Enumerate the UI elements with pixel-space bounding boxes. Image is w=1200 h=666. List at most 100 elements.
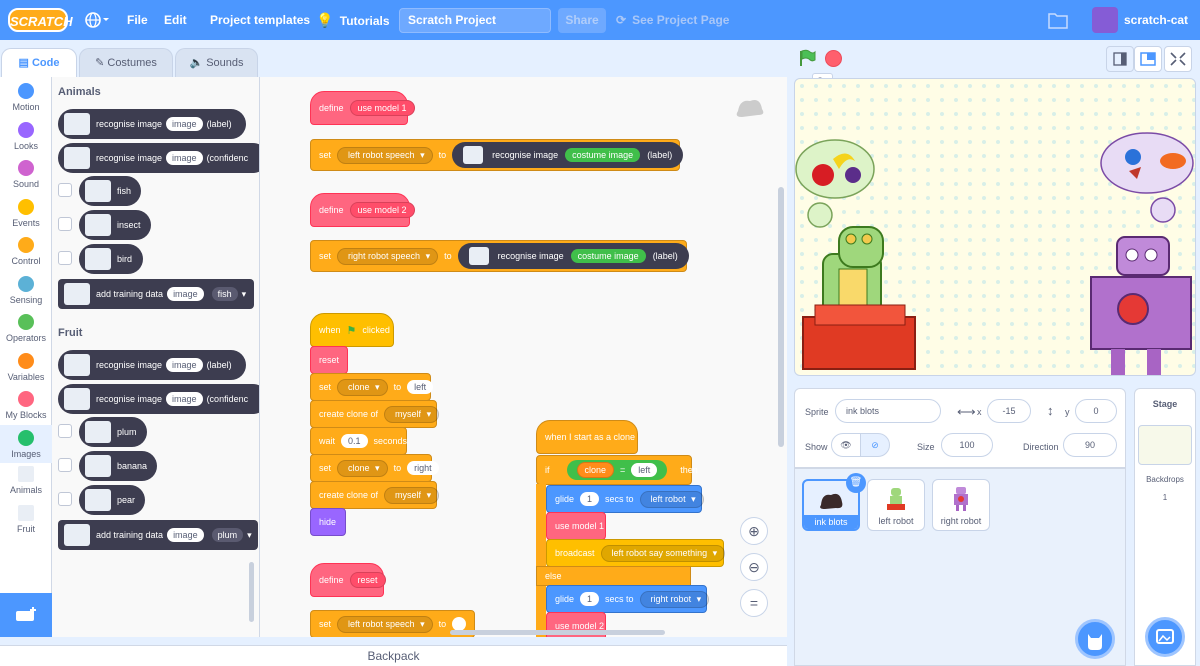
sprite-name-input[interactable]: ink blots [835, 399, 941, 423]
size-input[interactable]: 100 [941, 433, 993, 457]
project-title-input[interactable]: Scratch Project [399, 8, 551, 33]
recognise-label-block[interactable]: recognise image image (label) [58, 350, 246, 380]
reset-call-block[interactable]: reset [310, 346, 348, 374]
category-my-blocks[interactable]: My Blocks [0, 391, 52, 420]
glide-target-dropdown[interactable]: right robot ▾ [639, 590, 710, 608]
tab-costumes[interactable]: ✎ Costumes [79, 48, 173, 77]
image-input[interactable]: image [166, 392, 203, 406]
stop-button[interactable] [825, 50, 842, 67]
variable-dropdown[interactable]: clone ▾ [337, 378, 388, 396]
define-block[interactable]: define reset [310, 563, 386, 597]
category-sensing[interactable]: Sensing [0, 276, 52, 305]
add-training-data-block[interactable]: add training data image fish ▾ [58, 279, 254, 309]
equals-operator[interactable]: clone = left [566, 460, 668, 480]
image-input[interactable]: image [166, 358, 203, 372]
variable-dropdown[interactable]: left robot speech ▾ [337, 146, 433, 164]
fish-block[interactable]: fish [79, 176, 141, 206]
stage-selector-panel[interactable]: Stage Backdrops 1 [1134, 388, 1196, 666]
language-menu[interactable] [84, 0, 110, 40]
when-flag-clicked-block[interactable]: when ⚑ clicked [310, 313, 394, 347]
category-fruit[interactable]: Fruit [0, 505, 52, 534]
category-images[interactable]: Images [0, 425, 52, 463]
fish-checkbox[interactable] [58, 183, 72, 197]
sprite-thumb-ink-blots[interactable]: ink blots 🗑 [802, 473, 866, 531]
broadcast-block[interactable]: broadcast left robot say something ▾ [546, 539, 726, 567]
recognise-label-block[interactable]: recognise image image (label) [58, 109, 246, 139]
project-templates-menu[interactable]: Project templates [210, 0, 310, 40]
clone-target-dropdown[interactable]: myself ▾ [384, 405, 440, 423]
set-clone-block[interactable]: set clone ▾ to left [310, 373, 434, 401]
add-extension-button[interactable] [0, 593, 52, 637]
fullscreen-button[interactable] [1164, 46, 1192, 72]
stage-canvas[interactable] [794, 78, 1196, 376]
small-stage-button[interactable] [1106, 46, 1134, 72]
category-motion[interactable]: Motion [0, 83, 52, 112]
tutorials-menu[interactable]: 💡 Tutorials [316, 0, 390, 40]
backpack[interactable]: Backpack [0, 645, 787, 666]
recognise-reporter[interactable]: recognise image costume image (label) [452, 142, 684, 168]
costume-image-reporter[interactable]: costume image [565, 148, 641, 162]
tab-code[interactable]: ▤ Code [1, 48, 77, 78]
x-position-input[interactable]: -15 [987, 399, 1031, 423]
hide-block[interactable]: hide [310, 508, 346, 536]
set-variable-block[interactable]: set left robot speech ▾ to recognise image c… [310, 139, 684, 171]
image-input[interactable]: image [167, 528, 204, 542]
zoom-reset-button[interactable]: = [740, 589, 768, 617]
when-clone-start-block[interactable]: when I start as a clone [536, 420, 638, 454]
y-position-input[interactable]: 0 [1075, 399, 1117, 423]
image-input[interactable]: image [166, 117, 203, 131]
choose-sprite-button[interactable] [1075, 619, 1115, 659]
set-clone-block[interactable]: set clone ▾ to right [310, 454, 439, 482]
banana-block[interactable]: banana [79, 451, 157, 481]
workspace-vertical-scrollbar[interactable] [778, 187, 784, 447]
file-menu[interactable]: File [127, 0, 148, 40]
palette-scrollbar[interactable] [249, 562, 254, 622]
stage-thumbnail[interactable] [1138, 425, 1192, 465]
bird-checkbox[interactable] [58, 251, 72, 265]
set-variable-block[interactable]: set right robot speech ▾ to recognise image… [310, 240, 689, 272]
variable-dropdown[interactable]: clone ▾ [337, 459, 388, 477]
bird-block[interactable]: bird [79, 244, 143, 274]
pear-checkbox[interactable] [58, 492, 72, 506]
define-block[interactable]: define use model 1 [310, 91, 415, 125]
label-dropdown[interactable]: fish [211, 287, 238, 301]
wait-block[interactable]: wait 0.1 seconds [310, 427, 407, 455]
image-input[interactable]: image [166, 151, 203, 165]
delete-sprite-button[interactable]: 🗑 [846, 473, 866, 493]
category-variables[interactable]: Variables [0, 353, 52, 382]
insect-block[interactable]: insect [79, 210, 151, 240]
if-else-block[interactable]: if clone = left then [536, 455, 698, 485]
banana-checkbox[interactable] [58, 458, 72, 472]
clone-target-dropdown[interactable]: myself ▾ [384, 486, 440, 504]
zoom-out-button[interactable]: ⊖ [740, 553, 768, 581]
category-operators[interactable]: Operators [0, 314, 52, 343]
sprite-thumb-right-robot[interactable]: right robot [932, 479, 990, 531]
value-input[interactable]: left [631, 463, 658, 477]
direction-input[interactable]: 90 [1063, 433, 1117, 457]
clone-variable-reporter[interactable]: clone [576, 462, 615, 478]
category-events[interactable]: Events [0, 199, 52, 228]
see-project-page-button[interactable]: ⟳ See Project Page [616, 8, 729, 33]
account-menu[interactable]: scratch-cat [1092, 0, 1188, 40]
variable-dropdown[interactable]: right robot speech ▾ [337, 247, 439, 265]
choose-backdrop-button[interactable] [1145, 617, 1185, 657]
script-workspace[interactable]: define use model 1 set left robot speech ▾… [260, 77, 787, 637]
recognise-reporter[interactable]: recognise image costume image (label) [457, 243, 689, 269]
create-clone-block[interactable]: create clone of myself ▾ [310, 400, 440, 428]
sprite-thumb-left-robot[interactable]: left robot [867, 479, 925, 531]
value-input[interactable]: left [407, 380, 434, 394]
zoom-in-button[interactable]: ⊕ [740, 517, 768, 545]
costume-image-reporter[interactable]: costume image [570, 249, 646, 263]
my-stuff-folder-icon[interactable] [1048, 0, 1068, 40]
category-animals[interactable]: Animals [0, 466, 52, 495]
pear-block[interactable]: pear [79, 485, 145, 515]
category-control[interactable]: Control [0, 237, 52, 266]
create-clone-block[interactable]: create clone of myself ▾ [310, 481, 440, 509]
insect-checkbox[interactable] [58, 217, 72, 231]
value-input[interactable]: right [407, 461, 439, 475]
broadcast-message-dropdown[interactable]: left robot say something ▾ [600, 544, 726, 562]
glide-target-dropdown[interactable]: left robot ▾ [639, 490, 704, 508]
value-input[interactable]: 1 [580, 492, 600, 506]
normal-stage-button[interactable] [1134, 46, 1162, 72]
show-visible-button[interactable]: 👁 [831, 433, 861, 457]
